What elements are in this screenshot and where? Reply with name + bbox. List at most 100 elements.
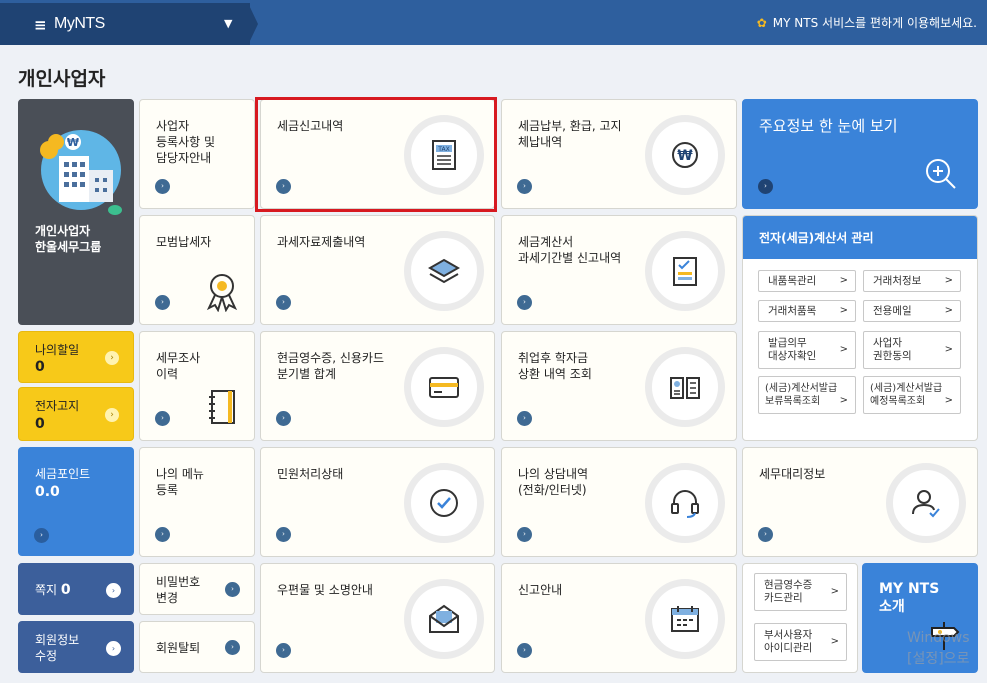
person-check-icon [886, 463, 966, 543]
model-taxpayer-tile[interactable]: 모범납세자 › [139, 215, 255, 325]
sun-icon: ✿ [756, 16, 767, 30]
chevron-right-icon: > [839, 395, 848, 406]
cash-receipt-card-tile[interactable]: 현금영수증, 신용카드 분기별 합계 › [260, 331, 495, 441]
open-book-icon [645, 347, 725, 427]
tax-payment-label: 세금납부, 환급, 고지 체납내역 [518, 119, 622, 149]
inbox-arrow-icon: › [106, 583, 121, 598]
profile-card: ₩ 개인사업자 한울세무그룹 [18, 99, 134, 325]
award-ribbon-icon [206, 274, 238, 312]
envelope-icon [404, 579, 484, 659]
my-todo-label: 나의할일 [35, 343, 80, 357]
member-info-tile[interactable]: 회원정보 수정 › [18, 621, 134, 673]
chevron-right-icon: > [830, 636, 839, 647]
go-icon: › [155, 411, 170, 426]
calendar-icon [645, 579, 725, 659]
e-notice-tile[interactable]: 전자고지 0 › [18, 387, 134, 441]
my-todo-count: 0 [35, 359, 45, 375]
model-taxpayer-label: 모범납세자 [156, 235, 212, 249]
go-icon: › [225, 640, 240, 655]
tax-data-submission-tile[interactable]: 과세자료제출내역 › [260, 215, 495, 325]
sublink-dedicated-mail[interactable]: 전용메일 > [863, 300, 961, 322]
chevron-right-icon: > [839, 275, 848, 286]
top-bar: ≡ MyNTS ▼ ✿ MY NTS 서비스를 편하게 이용해보세요. [0, 0, 987, 45]
student-loan-tile[interactable]: 취업후 학자금 상환 내역 조회 › [501, 331, 737, 441]
business-registration-label: 사업자 등록사항 및 담당자안내 [156, 119, 216, 165]
go-icon: › [517, 643, 532, 658]
key-info-label: 주요정보 한 눈에 보기 [759, 117, 898, 135]
filing-guide-tile[interactable]: 신고안내 › [501, 563, 737, 673]
sublink-cash-receipt-card-mgmt[interactable]: 현금영수증 카드관리 > [754, 573, 847, 611]
withdraw-label: 회원탈퇴 [156, 641, 201, 655]
tax-agent-info-tile[interactable]: 세무대리정보 › [742, 447, 978, 557]
chevron-right-icon: > [839, 344, 848, 355]
tax-audit-tile[interactable]: 세무조사 이력 › [139, 331, 255, 441]
side-links-panel: 현금영수증 카드관리 > 부서사용자 아이디관리 > [742, 563, 858, 673]
my-todo-tile[interactable]: 나의할일 0 › [18, 331, 134, 383]
header-notice: ✿ MY NTS 서비스를 편하게 이용해보세요. [756, 16, 977, 30]
svg-text:₩: ₩ [677, 148, 693, 164]
e-notice-count: 0 [35, 416, 45, 432]
e-invoice-mgmt-panel: 전자(세금)계산서 관리 내품목관리 > 거래처정보 > 거래처품목 > 전용메일 > … [742, 215, 978, 441]
my-consultation-tile[interactable]: 나의 상담내역 (전화/인터넷) › [501, 447, 737, 557]
complaint-status-tile[interactable]: 민원처리상태 › [260, 447, 495, 557]
tax-payment-tile[interactable]: 세금납부, 환급, 고지 체납내역 ₩ › [501, 99, 737, 209]
check-circle-icon [404, 463, 484, 543]
sublink-my-items[interactable]: 내품목관리 > [758, 270, 856, 292]
key-info-tile[interactable]: 주요정보 한 눈에 보기 › [742, 99, 978, 209]
checklist-icon [645, 231, 725, 311]
member-info-label: 회원정보 수정 [35, 633, 80, 663]
tax-points-tile[interactable]: 세금포인트 0.0 › [18, 447, 134, 556]
my-todo-arrow-icon: › [105, 351, 119, 365]
business-building-icon: ₩ [40, 130, 122, 215]
my-consultation-label: 나의 상담내역 (전화/인터넷) [518, 467, 589, 497]
go-icon: › [517, 411, 532, 426]
chevron-right-icon: > [944, 344, 953, 355]
hamburger-icon: ≡ [34, 16, 47, 34]
sublink-issue-scheduled-list[interactable]: (세금)계산서발급 예정목록조회 > [863, 376, 961, 414]
windows-activation-watermark: Windows [설정]으로 [907, 630, 970, 667]
complaint-status-label: 민원처리상태 [277, 467, 344, 481]
go-icon: › [155, 527, 170, 542]
e-invoice-title: 전자(세금)계산서 관리 [759, 231, 874, 245]
member-info-arrow-icon: › [106, 641, 121, 656]
notebook-icon [209, 390, 235, 424]
sublink-partner-info[interactable]: 거래처정보 > [863, 270, 961, 292]
go-icon: › [517, 527, 532, 542]
e-notice-arrow-icon: › [105, 408, 119, 422]
go-icon: › [758, 179, 773, 194]
sublink-partner-items[interactable]: 거래처품목 > [758, 300, 856, 322]
layers-icon [404, 231, 484, 311]
withdraw-tile[interactable]: 회원탈퇴 › [139, 621, 255, 673]
mail-guide-tile[interactable]: 우편물 및 소명안내 › [260, 563, 495, 673]
go-icon: › [758, 527, 773, 542]
tax-data-submission-label: 과세자료제출내역 [277, 235, 366, 249]
go-icon: › [276, 527, 291, 542]
chevron-right-icon: > [944, 305, 953, 316]
business-registration-tile[interactable]: 사업자 등록사항 및 담당자안내 › [139, 99, 255, 209]
go-icon: › [276, 411, 291, 426]
page-title: 개인사업자 [18, 68, 106, 90]
tax-points-label: 세금포인트 [35, 467, 91, 481]
tax-invoice-period-label: 세금계산서 과세기간별 신고내역 [518, 235, 622, 265]
sublink-issue-obligation[interactable]: 발급의무 대상자확인 > [758, 331, 856, 369]
go-icon: › [517, 179, 532, 194]
e-notice-label: 전자고지 [35, 399, 80, 413]
tax-invoice-period-tile[interactable]: 세금계산서 과세기간별 신고내역 › [501, 215, 737, 325]
my-menu-tile[interactable]: 나의 메뉴 등록 › [139, 447, 255, 557]
sublink-permission-consent[interactable]: 사업자 권한동의 > [863, 331, 961, 369]
sublink-issue-hold-list[interactable]: (세금)계산서발급 보류목록조회 > [758, 376, 856, 414]
chevron-right-icon: > [839, 305, 848, 316]
profile-name: 개인사업자 한울세무그룹 [35, 224, 102, 254]
sublink-dept-user-id[interactable]: 부서사용자 아이디관리 > [754, 623, 847, 661]
brand-name: MyNTS [54, 15, 105, 32]
menu-selector[interactable]: ≡ MyNTS ▼ [0, 3, 250, 45]
password-change-tile[interactable]: 비밀번호 변경 › [139, 563, 255, 615]
go-icon: › [276, 295, 291, 310]
inbox-tile[interactable]: 쪽지 0 › [18, 563, 134, 615]
go-icon: › [517, 295, 532, 310]
tax-agent-info-label: 세무대리정보 [759, 467, 826, 481]
my-menu-label: 나의 메뉴 등록 [156, 467, 204, 497]
go-icon: › [155, 295, 170, 310]
chevron-right-icon: > [944, 395, 953, 406]
magnifier-plus-icon [926, 159, 956, 189]
